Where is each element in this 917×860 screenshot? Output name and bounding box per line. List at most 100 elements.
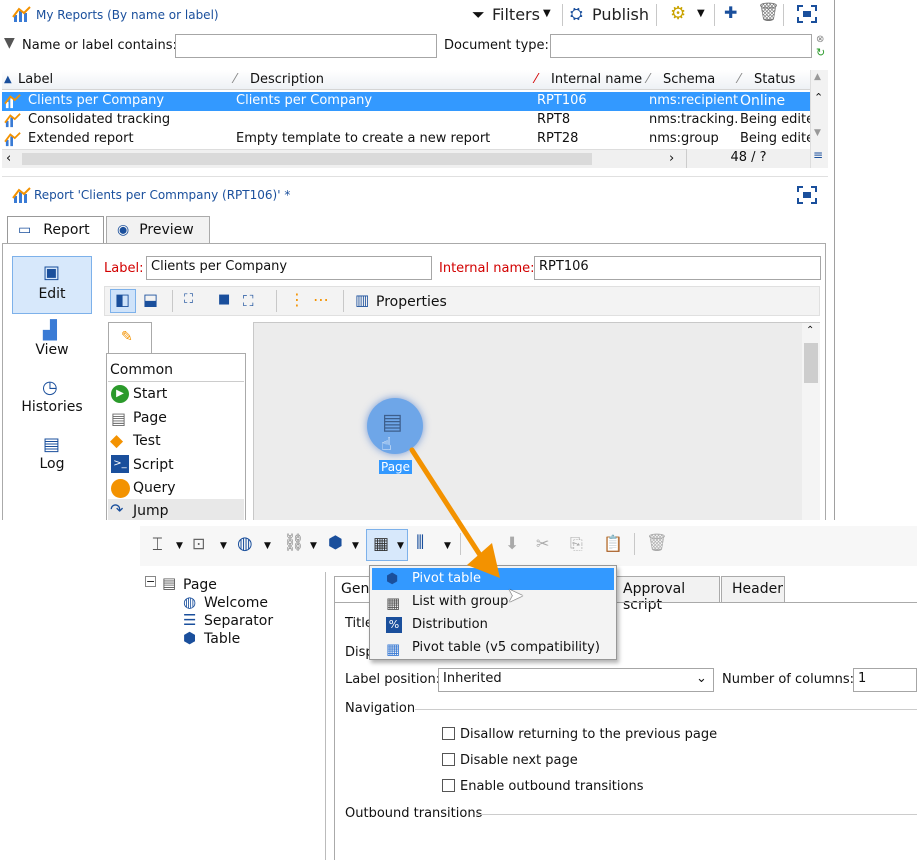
tab-report[interactable]: ▭ Report bbox=[7, 216, 104, 244]
col-label[interactable]: Label bbox=[18, 72, 53, 87]
chevron-down-icon[interactable]: ▼ bbox=[543, 8, 551, 19]
tab-preview[interactable]: ◉ Preview bbox=[106, 216, 210, 244]
tree-separator[interactable]: Separator bbox=[204, 613, 273, 629]
menu-item-pivot-v5[interactable]: ▦ Pivot table (v5 compatibility) bbox=[372, 637, 614, 659]
columns-icon[interactable]: ⦀ bbox=[416, 532, 424, 554]
cut-icon[interactable]: ✂ bbox=[536, 534, 549, 553]
filter-doc-input[interactable] bbox=[550, 34, 812, 58]
tree-table[interactable]: Table bbox=[204, 631, 240, 647]
maximize-icon[interactable] bbox=[797, 186, 817, 204]
gear-icon[interactable]: ⚙ bbox=[670, 3, 686, 24]
trash-icon[interactable]: 🗑 bbox=[757, 2, 780, 23]
properties-button[interactable]: Properties bbox=[376, 294, 447, 310]
pivot-table-icon: ⬢ bbox=[386, 571, 399, 587]
move-down-icon[interactable]: ⬇ bbox=[505, 534, 519, 554]
label-input[interactable]: Clients per Company bbox=[146, 256, 432, 280]
tab-header[interactable]: Header bbox=[721, 576, 785, 602]
num-columns-input[interactable]: 1 bbox=[853, 668, 917, 692]
trash-icon[interactable]: 🗑 bbox=[646, 533, 668, 553]
text-cursor-icon[interactable]: ⌶ bbox=[152, 534, 163, 555]
zoom-fit-icon[interactable]: ⛶ bbox=[184, 292, 193, 307]
label-position-select[interactable]: Inherited bbox=[438, 668, 714, 692]
scroll-thumb[interactable] bbox=[22, 153, 592, 165]
vertical-dots-icon[interactable]: ⋮ bbox=[289, 290, 305, 309]
clock-icon[interactable]: ◷ bbox=[42, 377, 58, 398]
table-type-menu: ⬢ Pivot table ▦ List with group % Distribut… bbox=[369, 565, 617, 660]
tree-welcome[interactable]: Welcome bbox=[204, 595, 268, 611]
chevron-down-icon[interactable]: ▼ bbox=[310, 541, 317, 551]
menu-item-list-with-group[interactable]: ▦ List with group bbox=[372, 591, 614, 613]
chevron-down-icon[interactable]: ▼ bbox=[397, 541, 404, 551]
paste-icon[interactable]: 📋 bbox=[603, 534, 623, 553]
publish-icon[interactable]: ⛭ bbox=[570, 4, 583, 24]
container-icon[interactable]: ⬢ bbox=[328, 533, 343, 553]
internal-name-input[interactable]: RPT106 bbox=[534, 256, 821, 280]
maximize-icon[interactable] bbox=[797, 5, 817, 23]
tab-approval-script[interactable]: Approval script bbox=[616, 576, 720, 613]
table-row[interactable]: Clients per Company Clients per Company … bbox=[2, 92, 810, 111]
grid-vertical-scrollbar[interactable]: ▲ ⌃ ▼ ≡ bbox=[810, 70, 828, 168]
palette-jump-row[interactable] bbox=[108, 499, 244, 520]
chevron-down-icon[interactable]: ▼ bbox=[264, 541, 271, 551]
chevron-down-icon[interactable]: ▼ bbox=[697, 8, 705, 19]
filters-button[interactable]: Filters bbox=[492, 5, 540, 24]
palette-page[interactable]: Page bbox=[133, 410, 167, 426]
palette-query[interactable]: Query bbox=[133, 480, 176, 496]
zoom-actual-icon[interactable]: ■ bbox=[218, 292, 230, 307]
col-internal-name[interactable]: Internal name bbox=[551, 72, 642, 87]
checkbox-box[interactable] bbox=[442, 727, 455, 740]
page-node-label[interactable]: Page bbox=[379, 460, 413, 474]
layout-horizontal-icon[interactable]: ⬓ bbox=[143, 290, 158, 309]
view-chart-icon[interactable]: ▟ bbox=[43, 320, 57, 341]
collapse-icon[interactable]: − bbox=[145, 576, 156, 587]
new-document-icon[interactable]: ✚ bbox=[724, 3, 737, 22]
checkbox-box[interactable] bbox=[442, 779, 455, 792]
enable-outbound-checkbox[interactable]: Enable outbound transitions bbox=[442, 779, 643, 794]
tree-page[interactable]: Page bbox=[183, 577, 217, 593]
side-histories-label[interactable]: Histories bbox=[12, 399, 92, 415]
chevron-down-icon[interactable]: ⌄ bbox=[696, 671, 707, 686]
chevron-down-icon[interactable]: ▼ bbox=[220, 541, 227, 551]
col-schema[interactable]: Schema bbox=[663, 72, 715, 87]
table-icon: ⬢ bbox=[183, 629, 197, 647]
properties-icon[interactable]: ▥ bbox=[355, 291, 369, 309]
canvas-scrollbar[interactable]: ⌃ bbox=[802, 323, 820, 520]
menu-item-pivot-table[interactable]: ⬢ Pivot table bbox=[372, 568, 614, 590]
chevron-down-icon[interactable]: ▼ bbox=[352, 541, 359, 551]
row-description: Empty template to create a new report bbox=[236, 131, 491, 146]
col-description[interactable]: Description bbox=[250, 72, 324, 87]
palette-tab[interactable]: ✎ bbox=[108, 322, 152, 354]
palette-start[interactable]: Start bbox=[133, 386, 167, 402]
clear-filter-icon[interactable]: ⊗ bbox=[816, 34, 824, 45]
link-icon[interactable]: ⛓ bbox=[283, 533, 305, 553]
start-icon: ▶ bbox=[111, 385, 129, 403]
palette-jump[interactable]: Jump bbox=[133, 503, 169, 519]
filter-name-input[interactable] bbox=[175, 34, 437, 58]
table-row[interactable]: Extended report Empty template to create… bbox=[2, 130, 810, 149]
input-field-icon[interactable]: ⊡ bbox=[192, 534, 205, 553]
disallow-return-checkbox[interactable]: Disallow returning to the previous page bbox=[442, 727, 717, 742]
scroll-thumb[interactable] bbox=[804, 343, 818, 383]
palette-script[interactable]: Script bbox=[133, 457, 174, 473]
tab-general[interactable]: Gen bbox=[334, 576, 374, 602]
palette-test[interactable]: Test bbox=[133, 433, 161, 449]
side-view-label[interactable]: View bbox=[12, 342, 92, 358]
copy-icon[interactable]: ⎘ bbox=[570, 534, 583, 554]
diagram-canvas[interactable] bbox=[253, 322, 820, 520]
table-row[interactable]: Consolidated tracking RPT8 nms:tracking.… bbox=[2, 111, 810, 130]
zoom-window-icon[interactable]: ⛶ bbox=[243, 292, 254, 310]
filter-icon[interactable]: ⏷ bbox=[472, 5, 485, 25]
col-status[interactable]: Status bbox=[754, 72, 795, 87]
chevron-down-icon[interactable]: ▼ bbox=[176, 541, 183, 551]
checkbox-box[interactable] bbox=[442, 753, 455, 766]
globe-icon[interactable]: ◍ bbox=[237, 533, 253, 554]
horizontal-dots-icon[interactable]: ⋯ bbox=[313, 290, 329, 309]
menu-item-distribution[interactable]: % Distribution bbox=[372, 614, 614, 636]
log-icon[interactable]: ▤ bbox=[43, 434, 60, 455]
refresh-icon[interactable]: ↻ bbox=[816, 46, 825, 59]
row-internal: RPT8 bbox=[537, 112, 571, 127]
publish-button[interactable]: Publish bbox=[592, 5, 649, 24]
side-log-label[interactable]: Log bbox=[12, 456, 92, 472]
chevron-down-icon[interactable]: ▼ bbox=[444, 541, 451, 551]
disable-next-checkbox[interactable]: Disable next page bbox=[442, 753, 578, 768]
